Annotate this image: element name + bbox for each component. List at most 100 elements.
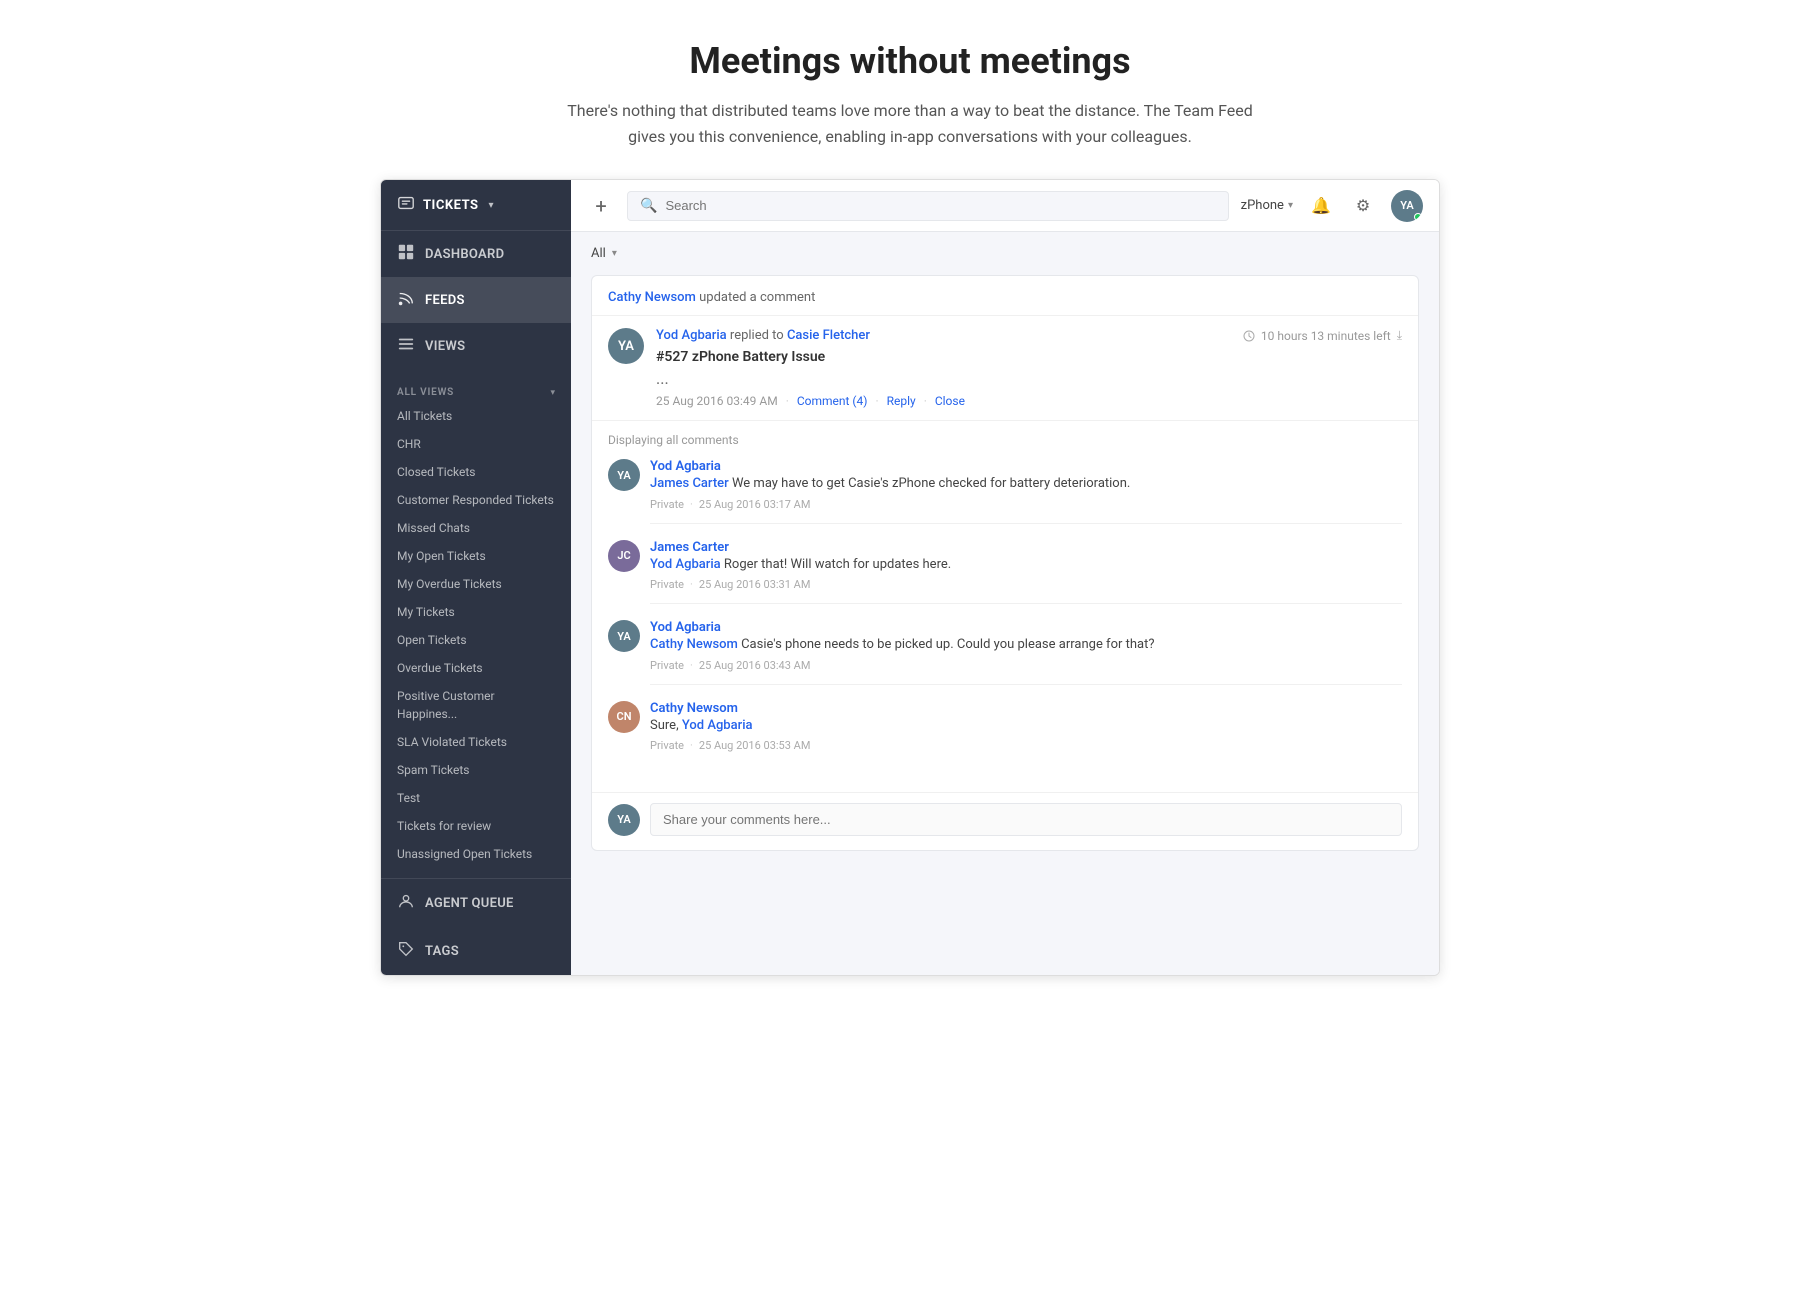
view-item-open-tickets[interactable]: Open Tickets: [381, 626, 571, 654]
views-icon: [397, 335, 415, 357]
search-input[interactable]: [665, 198, 1215, 213]
comment-mention-1[interactable]: James Carter: [650, 476, 729, 491]
feed-ticket-user: Yod Agbaria replied to Casie Fletcher: [656, 328, 870, 343]
view-item-overdue-tickets[interactable]: Overdue Tickets: [381, 654, 571, 682]
view-item-my-tickets[interactable]: My Tickets: [381, 598, 571, 626]
reply-link[interactable]: Reply: [887, 394, 916, 408]
phone-label: zPhone: [1241, 198, 1284, 213]
reply-area: YA: [592, 792, 1418, 850]
agent-queue-icon: [397, 892, 415, 914]
comment-mention-3[interactable]: Cathy Newsom: [650, 637, 738, 652]
app-container: TICKETS ▾ DASHBOARD: [380, 179, 1440, 976]
feed-update-text: Cathy Newsom updated a comment: [608, 290, 815, 305]
views-label: VIEWS: [425, 339, 465, 354]
feed-ticket-meta: 10 hours 13 minutes left ⤓: [1243, 328, 1402, 343]
all-views-label: ALL VIEWS: [397, 387, 454, 398]
clock-icon: [1243, 330, 1255, 342]
comment-mention-2[interactable]: Yod Agbaria: [650, 557, 721, 572]
separator-dot-2: ·: [875, 394, 878, 408]
view-item-my-overdue-tickets[interactable]: My Overdue Tickets: [381, 570, 571, 598]
notifications-button[interactable]: 🔔: [1307, 192, 1335, 220]
comment-count-link[interactable]: Comment (4): [797, 394, 868, 408]
comment-item-3: YA Yod Agbaria Cathy Newsom Casie's phon…: [608, 620, 1402, 685]
search-box[interactable]: 🔍: [627, 191, 1229, 221]
view-item-closed-tickets[interactable]: Closed Tickets: [381, 458, 571, 486]
sidebar-item-agent-queue[interactable]: AGENT QUEUE: [381, 879, 571, 927]
comment-date-4: 25 Aug 2016 03:53 AM: [699, 739, 811, 752]
ticket-action-icon[interactable]: ⤓: [1397, 328, 1402, 343]
phone-selector[interactable]: zPhone ▾: [1241, 198, 1293, 213]
ticket-title: #527 zPhone Battery Issue: [656, 349, 1402, 365]
comment-author-4: Cathy Newsom: [650, 701, 1402, 716]
comment-date-1: 25 Aug 2016 03:17 AM: [699, 498, 811, 511]
sidebar: TICKETS ▾ DASHBOARD: [381, 180, 571, 975]
comment-mention-4[interactable]: Yod Agbaria: [682, 718, 753, 733]
view-item-chr[interactable]: CHR: [381, 430, 571, 458]
comment-author-link-3[interactable]: Yod Agbaria: [650, 620, 721, 635]
footer-sep-1: ·: [690, 498, 693, 511]
feed-updater-link[interactable]: Cathy Newsom: [608, 290, 696, 305]
view-item-customer-responded[interactable]: Customer Responded Tickets: [381, 486, 571, 514]
view-item-missed-chats[interactable]: Missed Chats: [381, 514, 571, 542]
reply-input[interactable]: [650, 803, 1402, 836]
comment-footer-3: Private · 25 Aug 2016 03:43 AM: [650, 659, 1402, 672]
view-item-positive-customer[interactable]: Positive Customer Happines...: [381, 682, 571, 728]
filter-label: All: [591, 246, 606, 261]
tags-label: TAGS: [425, 944, 459, 959]
ticket-name: zPhone Battery Issue: [692, 349, 825, 365]
comment-item-2: JC James Carter Yod Agbaria Roger that! …: [608, 540, 1402, 605]
settings-button[interactable]: ⚙: [1349, 192, 1377, 220]
view-item-tickets-for-review[interactable]: Tickets for review: [381, 812, 571, 840]
view-item-all-tickets[interactable]: All Tickets: [381, 402, 571, 430]
comment-footer-1: Private · 25 Aug 2016 03:17 AM: [650, 498, 1402, 511]
close-link[interactable]: Close: [935, 394, 965, 408]
separator-dot-1: ·: [786, 394, 789, 408]
sidebar-item-tickets[interactable]: TICKETS ▾: [381, 180, 571, 231]
view-item-sla-violated[interactable]: SLA Violated Tickets: [381, 728, 571, 756]
comment-avatar-3: YA: [608, 620, 640, 652]
comment-author-link-4[interactable]: Cathy Newsom: [650, 701, 738, 716]
ticket-date: 25 Aug 2016 03:49 AM: [656, 394, 778, 408]
sidebar-item-views[interactable]: VIEWS: [381, 323, 571, 369]
comment-date-2: 25 Aug 2016 03:31 AM: [699, 578, 811, 591]
comment-body-4: Cathy Newsom Sure, Yod Agbaria Private ·…: [650, 701, 1402, 765]
search-icon: 🔍: [640, 198, 657, 214]
ticket-dots: ...: [656, 369, 1402, 388]
ticket-from-link[interactable]: Yod Agbaria: [656, 328, 727, 343]
ticket-user-avatar: YA: [608, 328, 644, 364]
comment-author-link-1[interactable]: Yod Agbaria: [650, 459, 721, 474]
view-item-spam-tickets[interactable]: Spam Tickets: [381, 756, 571, 784]
comment-footer-2: Private · 25 Aug 2016 03:31 AM: [650, 578, 1402, 591]
feed-filter[interactable]: All ▾: [591, 246, 1419, 261]
hero-title: Meetings without meetings: [20, 40, 1800, 82]
user-avatar[interactable]: YA: [1391, 190, 1423, 222]
tags-icon: [397, 940, 415, 962]
comment-avatar-1: YA: [608, 459, 640, 491]
ticket-footer: 25 Aug 2016 03:49 AM · Comment (4) · Rep…: [656, 394, 1402, 408]
add-button[interactable]: +: [587, 192, 615, 220]
view-item-test[interactable]: Test: [381, 784, 571, 812]
sidebar-item-tags[interactable]: TAGS: [381, 927, 571, 975]
dashboard-icon: [397, 243, 415, 265]
comment-item-1: YA Yod Agbaria James Carter We may have …: [608, 459, 1402, 524]
ticket-to-link[interactable]: Casie Fletcher: [787, 328, 870, 343]
all-views-section: ALL VIEWS ▾ All Tickets CHR Closed Ticke…: [381, 369, 571, 878]
agent-queue-label: AGENT QUEUE: [425, 896, 514, 911]
comment-body-3: Yod Agbaria Cathy Newsom Casie's phone n…: [650, 620, 1402, 685]
feeds-icon: [397, 289, 415, 311]
tickets-label: TICKETS: [423, 198, 479, 213]
comment-author-1: Yod Agbaria: [650, 459, 1402, 474]
tickets-arrow-icon: ▾: [489, 200, 494, 211]
sidebar-item-feeds[interactable]: FEEDS: [381, 277, 571, 323]
all-views-arrow-icon: ▾: [550, 388, 555, 398]
avatar-initials: YA: [1400, 199, 1413, 212]
sidebar-item-dashboard[interactable]: DASHBOARD: [381, 231, 571, 277]
view-item-my-open-tickets[interactable]: My Open Tickets: [381, 542, 571, 570]
view-item-unassigned[interactable]: Unassigned Open Tickets: [381, 840, 571, 868]
comment-author-link-2[interactable]: James Carter: [650, 540, 729, 555]
footer-sep-3: ·: [690, 659, 693, 672]
comment-body-2: James Carter Yod Agbaria Roger that! Wil…: [650, 540, 1402, 605]
feed-card: Cathy Newsom updated a comment YA Yod Ag…: [591, 275, 1419, 851]
sidebar-bottom: AGENT QUEUE TAGS: [381, 878, 571, 975]
ticket-time-left: 10 hours 13 minutes left: [1261, 329, 1391, 343]
